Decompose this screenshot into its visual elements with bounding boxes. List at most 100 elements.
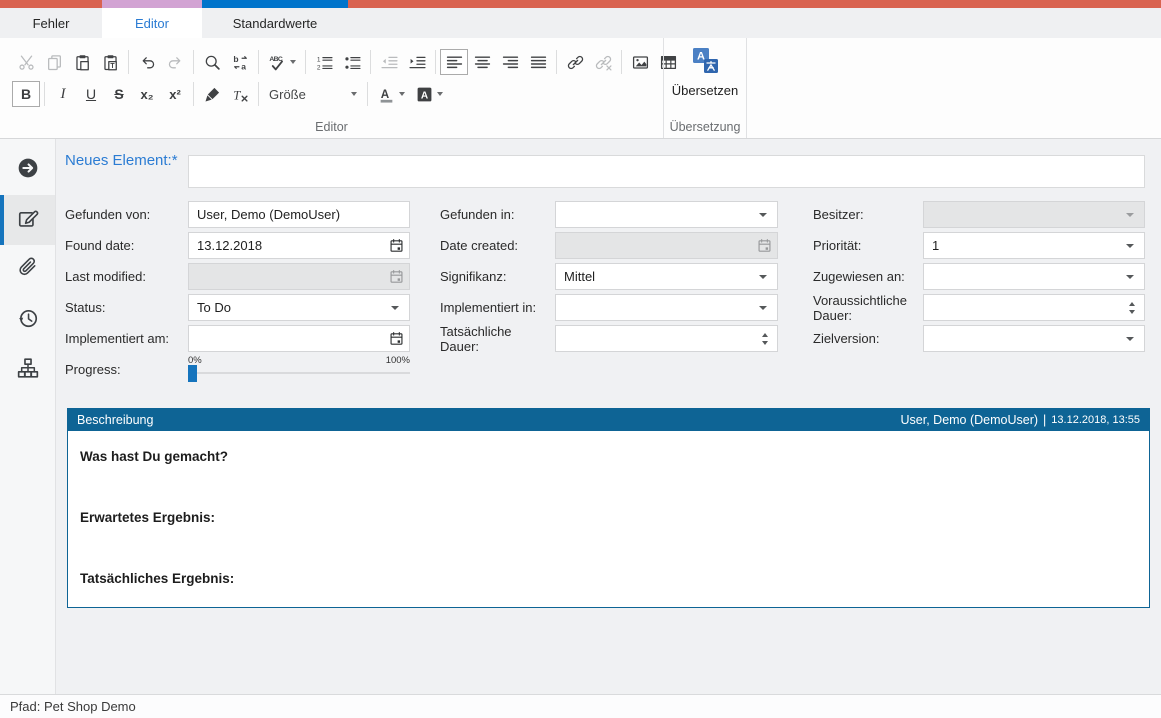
- clear-format-icon[interactable]: T: [226, 81, 254, 107]
- subscript-icon[interactable]: x₂: [133, 81, 161, 107]
- link-icon: [567, 54, 584, 71]
- format-painter-icon[interactable]: [198, 81, 226, 107]
- bullet-list-icon[interactable]: [338, 49, 366, 75]
- priority-label: Priorität:: [813, 232, 916, 259]
- target-version-field[interactable]: [923, 325, 1145, 352]
- found-by-value: User, Demo (DemoUser): [189, 207, 409, 222]
- replace-icon[interactable]: ba: [226, 49, 254, 75]
- dropdown-arrow-icon[interactable]: [1126, 275, 1134, 279]
- spinner-buttons[interactable]: [1129, 302, 1135, 314]
- dropdown-arrow-icon[interactable]: [1126, 337, 1134, 341]
- ribbon-group-label-translate: Übersetzung: [664, 120, 746, 134]
- chevron-down-icon: [290, 60, 296, 64]
- font-color-icon: A: [378, 86, 395, 103]
- assigned-to-label: Zugewiesen an:: [813, 263, 916, 290]
- calendar-icon[interactable]: [383, 238, 409, 253]
- found-by-field[interactable]: User, Demo (DemoUser): [188, 201, 410, 228]
- italic-icon[interactable]: I: [49, 81, 77, 107]
- sidebar-item-attachments[interactable]: [0, 245, 55, 295]
- chevron-down-icon: [399, 92, 405, 96]
- date-created-label: Date created:: [440, 232, 548, 259]
- ribbon: TbaABC12 BIUSx₂x²TGrößeAA Editor A Übers…: [0, 38, 1161, 139]
- size-dropdown-label: Größe: [269, 87, 347, 102]
- sidebar: [0, 139, 56, 694]
- implemented-on-field[interactable]: [188, 325, 410, 352]
- spellcheck-icon: ABC: [269, 54, 286, 71]
- status-bar: Pfad: Pet Shop Demo: [0, 694, 1161, 718]
- undo-icon[interactable]: [133, 49, 161, 75]
- search-icon[interactable]: [198, 49, 226, 75]
- strikethrough-icon[interactable]: S: [105, 81, 133, 107]
- numbered-list-icon[interactable]: 12: [310, 49, 338, 75]
- align-left-icon[interactable]: [440, 49, 468, 75]
- found-in-field[interactable]: [555, 201, 778, 228]
- underline-icon[interactable]: U: [77, 81, 105, 107]
- replace-icon: ba: [232, 54, 249, 71]
- tab-editor[interactable]: Editor: [102, 8, 202, 38]
- bold-icon[interactable]: B: [12, 81, 40, 107]
- sitemap-icon: [17, 357, 39, 384]
- implemented-in-field[interactable]: [555, 294, 778, 321]
- tab-label: Standardwerte: [233, 16, 318, 31]
- tab-standardwerte[interactable]: Standardwerte: [202, 8, 348, 38]
- spinner-up-icon[interactable]: [1129, 302, 1135, 306]
- clear-format-icon: T: [232, 86, 249, 103]
- ribbon-group-label-editor: Editor: [0, 120, 663, 134]
- superscript-icon-glyph: x²: [169, 88, 181, 101]
- spinner-down-icon[interactable]: [1129, 310, 1135, 314]
- priority-field[interactable]: 1: [923, 232, 1145, 259]
- sidebar-item-hierarchy[interactable]: [0, 345, 55, 395]
- image-icon[interactable]: [626, 49, 654, 75]
- fill-color-icon[interactable]: A: [410, 81, 448, 107]
- dropdown-arrow-icon[interactable]: [391, 306, 399, 310]
- history-icon: [17, 307, 39, 334]
- description-editor[interactable]: Was hast Du gemacht?Erwartetes Ergebnis:…: [68, 431, 1149, 607]
- translate-button[interactable]: A Übersetzen: [664, 46, 746, 98]
- dropdown-arrow-icon[interactable]: [759, 306, 767, 310]
- align-left-icon: [446, 54, 463, 71]
- found-in-label: Gefunden in:: [440, 201, 548, 228]
- subscript-icon-glyph: x₂: [140, 88, 153, 101]
- calendar-icon[interactable]: [383, 331, 409, 346]
- status-label: Status:: [65, 294, 181, 321]
- paste-text-icon[interactable]: T: [96, 49, 124, 75]
- align-right-icon[interactable]: [496, 49, 524, 75]
- justify-icon[interactable]: [524, 49, 552, 75]
- size-dropdown[interactable]: Größe: [263, 82, 363, 106]
- dropdown-arrow-icon[interactable]: [1126, 244, 1134, 248]
- estimated-duration-field[interactable]: [923, 294, 1145, 321]
- found-date-label: Found date:: [65, 232, 181, 259]
- sidebar-item-navigate[interactable]: [0, 145, 55, 195]
- spinner-down-icon[interactable]: [762, 341, 768, 345]
- superscript-icon[interactable]: x²: [161, 81, 189, 107]
- spinner-up-icon[interactable]: [762, 333, 768, 337]
- tab-fehler[interactable]: Fehler: [0, 8, 102, 38]
- spellcheck-icon[interactable]: ABC: [263, 49, 301, 75]
- link-icon[interactable]: [561, 49, 589, 75]
- sidebar-item-history[interactable]: [0, 295, 55, 345]
- dropdown-arrow-icon[interactable]: [759, 213, 767, 217]
- found-date-field[interactable]: 13.12.2018: [188, 232, 410, 259]
- paste-icon[interactable]: [68, 49, 96, 75]
- owner-label: Besitzer:: [813, 201, 916, 228]
- translate-icon: A: [690, 46, 720, 79]
- actual-duration-field[interactable]: [555, 325, 778, 352]
- slider-handle[interactable]: [188, 365, 197, 382]
- toolbar-separator: [258, 50, 259, 74]
- font-color-icon[interactable]: A: [372, 81, 410, 107]
- assigned-to-field[interactable]: [923, 263, 1145, 290]
- tab-bar: Fehler Editor Standardwerte: [0, 8, 1161, 38]
- significance-field[interactable]: Mittel: [555, 263, 778, 290]
- progress-slider[interactable]: 0%100%: [188, 356, 410, 383]
- status-field[interactable]: To Do: [188, 294, 410, 321]
- toolbar-separator: [193, 82, 194, 106]
- spinner-buttons[interactable]: [762, 333, 768, 345]
- indent-icon[interactable]: [403, 49, 431, 75]
- dropdown-arrow-icon[interactable]: [759, 275, 767, 279]
- new-element-input[interactable]: [188, 155, 1145, 188]
- align-center-icon[interactable]: [468, 49, 496, 75]
- tab-label: Editor: [135, 16, 169, 31]
- sidebar-item-edit[interactable]: [0, 195, 55, 245]
- last-modified-field: [188, 263, 410, 290]
- paste-icon: [74, 54, 91, 71]
